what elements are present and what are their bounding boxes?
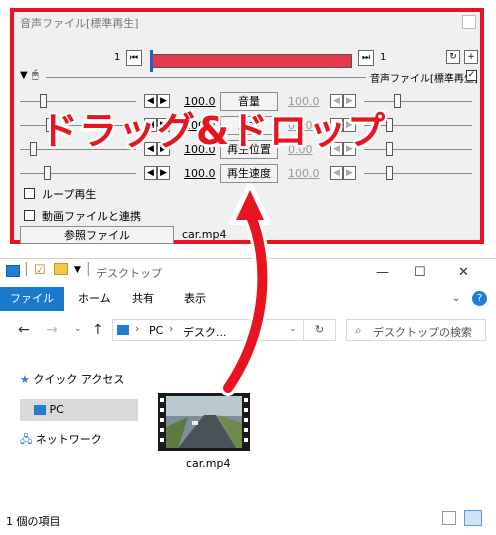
drag-and-drop-caption: ドラッグ&ドロップ: [39, 108, 387, 154]
drag-arrow: [220, 183, 271, 396]
